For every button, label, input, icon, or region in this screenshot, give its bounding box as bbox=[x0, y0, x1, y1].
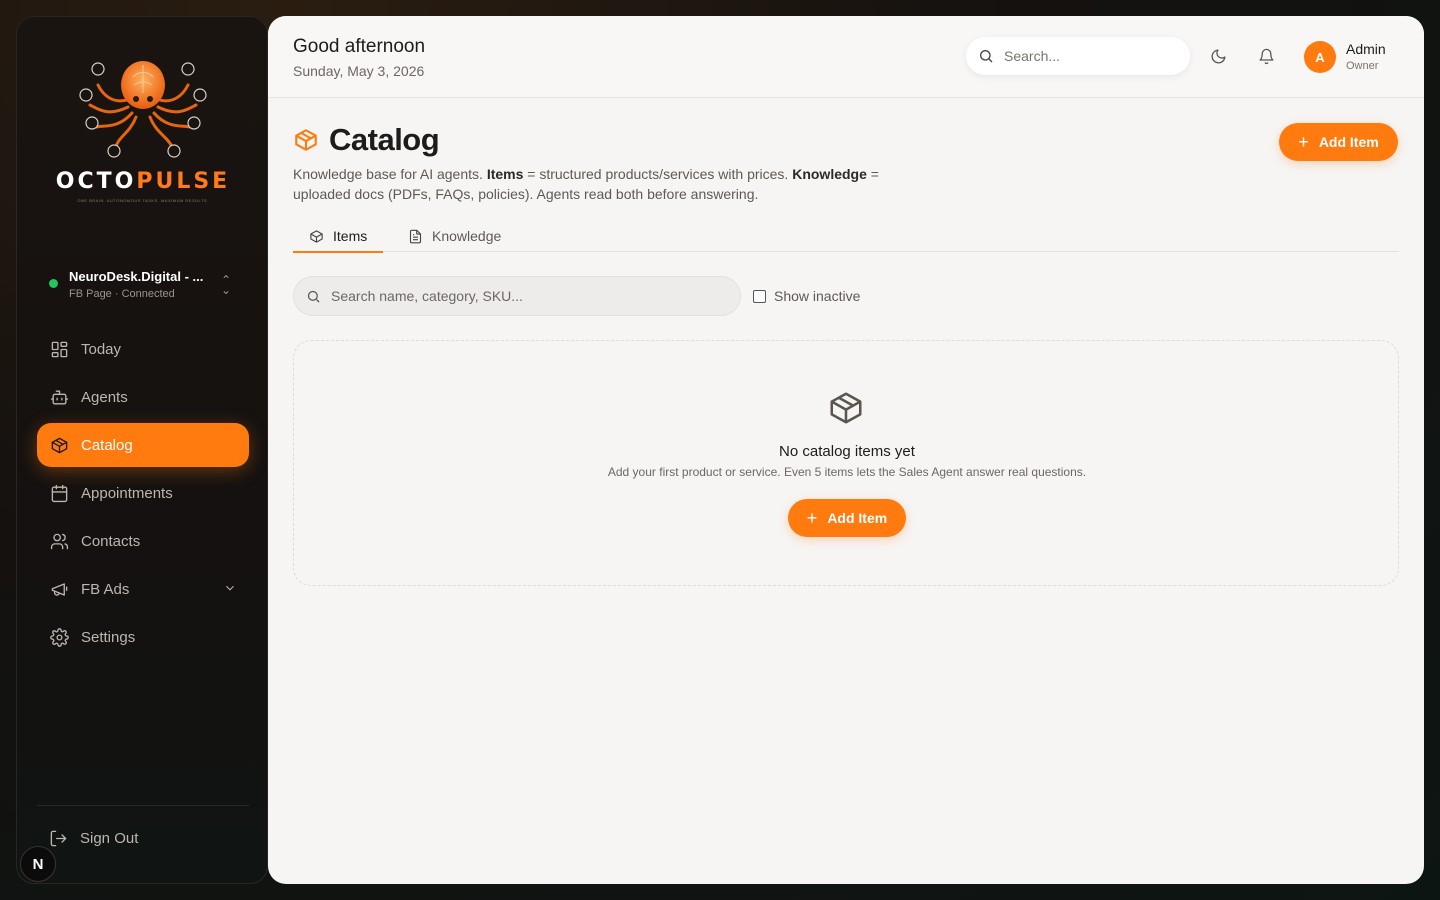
notifications-button[interactable] bbox=[1258, 48, 1276, 66]
megaphone-icon bbox=[49, 579, 69, 599]
dashboard-icon bbox=[49, 339, 69, 359]
checkbox-box[interactable] bbox=[753, 289, 766, 303]
plus-icon: + bbox=[806, 508, 818, 528]
bot-icon bbox=[49, 387, 69, 407]
moon-icon bbox=[1211, 49, 1226, 64]
sidebar-item-label: Appointments bbox=[81, 484, 173, 502]
user-name[interactable]: Admin bbox=[1346, 41, 1386, 57]
global-search-input[interactable]: Search... bbox=[966, 37, 1190, 75]
package-icon bbox=[295, 129, 317, 151]
page-switcher-status: FB Page · Connected bbox=[69, 288, 175, 300]
user-role: Owner bbox=[1346, 60, 1379, 72]
sidebar-item-agents[interactable]: Agents bbox=[37, 375, 249, 419]
top-header: Good afternoon Sunday, May 3, 2026 Searc… bbox=[268, 16, 1424, 98]
file-text-icon bbox=[409, 229, 422, 243]
search-icon bbox=[980, 50, 993, 63]
brand-wordmark: OCTOPULSE bbox=[55, 169, 231, 194]
catalog-tabs: Items Knowledge bbox=[292, 220, 1399, 253]
brand-logo[interactable]: OCTOPULSE ONE BRAIN. AUTONOMOUS TASKS. M… bbox=[17, 47, 269, 227]
search-icon bbox=[307, 290, 320, 303]
empty-add-item-button[interactable]: + Add Item bbox=[788, 499, 906, 537]
calendar-icon bbox=[49, 483, 69, 503]
connected-status-dot bbox=[49, 279, 58, 288]
sign-out-label: Sign Out bbox=[80, 830, 139, 847]
add-item-label: Add Item bbox=[827, 510, 888, 526]
sidebar-item-label: FB Ads bbox=[81, 580, 130, 598]
chevron-up-down-icon[interactable]: ⌃ ⌄ bbox=[221, 274, 231, 296]
empty-state-subtitle: Add your first product or service. Even … bbox=[607, 465, 1087, 479]
page-title: Catalog bbox=[329, 122, 440, 157]
sidebar-item-appointments[interactable]: Appointments bbox=[37, 471, 249, 515]
brand-tagline: ONE BRAIN. AUTONOMOUS TASKS. MAXIMUM RES… bbox=[77, 198, 209, 203]
package-icon bbox=[310, 229, 323, 243]
sidebar-item-catalog[interactable]: Catalog bbox=[37, 423, 249, 467]
page-title-row: Catalog bbox=[293, 122, 440, 158]
bell-icon bbox=[1259, 48, 1274, 65]
sidebar-item-label: Catalog bbox=[81, 436, 133, 454]
sign-out-button[interactable]: Sign Out bbox=[49, 829, 138, 848]
tab-label: Knowledge bbox=[432, 228, 502, 244]
show-inactive-checkbox[interactable]: Show inactive bbox=[753, 288, 860, 304]
tab-knowledge[interactable]: Knowledge bbox=[408, 220, 501, 252]
sidebar-item-label: Contacts bbox=[81, 532, 141, 550]
add-item-button[interactable]: + Add Item bbox=[1279, 123, 1398, 161]
sidebar-item-label: Settings bbox=[81, 628, 136, 646]
octopus-logo-icon bbox=[79, 61, 207, 158]
page-description: Knowledge base for AI agents. Items = st… bbox=[293, 166, 879, 202]
package-icon bbox=[49, 435, 69, 455]
plus-icon: + bbox=[1298, 132, 1309, 152]
avatar[interactable]: A bbox=[1304, 41, 1336, 73]
main-panel: Good afternoon Sunday, May 3, 2026 Searc… bbox=[268, 16, 1424, 884]
theme-toggle-button[interactable] bbox=[1210, 48, 1228, 66]
sidebar-item-contacts[interactable]: Contacts bbox=[37, 519, 249, 563]
greeting: Good afternoon bbox=[293, 36, 426, 57]
sidebar-divider bbox=[37, 805, 249, 806]
page-switcher-name: NeuroDesk.Digital - ... bbox=[69, 269, 204, 284]
global-search-placeholder: Search... bbox=[1004, 48, 1061, 64]
tab-items[interactable]: Items bbox=[292, 220, 384, 253]
empty-state: No catalog items yet Add your first prod… bbox=[293, 340, 1399, 586]
log-out-icon bbox=[50, 830, 67, 847]
tab-label: Items bbox=[333, 228, 368, 244]
catalog-search-input[interactable]: Search name, category, SKU... bbox=[293, 276, 741, 316]
sidebar-item-label: Today bbox=[81, 340, 122, 358]
add-item-label: Add Item bbox=[1318, 134, 1379, 150]
sidebar-item-fb-ads[interactable]: FB Ads bbox=[37, 567, 249, 611]
sidebar-item-label: Agents bbox=[81, 388, 128, 406]
n-badge-button[interactable]: N bbox=[20, 846, 56, 882]
chevron-down-icon[interactable] bbox=[223, 581, 237, 599]
page-switcher[interactable]: NeuroDesk.Digital - ... FB Page · Connec… bbox=[49, 253, 239, 305]
package-icon bbox=[827, 389, 865, 427]
sidebar: OCTOPULSE ONE BRAIN. AUTONOMOUS TASKS. M… bbox=[16, 16, 268, 884]
users-icon bbox=[49, 531, 69, 551]
gear-icon bbox=[49, 627, 69, 647]
catalog-search-placeholder: Search name, category, SKU... bbox=[331, 288, 523, 304]
sidebar-nav: Today Agents Catalog Appointments Contac… bbox=[37, 327, 249, 663]
sidebar-item-today[interactable]: Today bbox=[37, 327, 249, 371]
current-date: Sunday, May 3, 2026 bbox=[293, 63, 425, 79]
show-inactive-label: Show inactive bbox=[774, 288, 861, 304]
sidebar-item-settings[interactable]: Settings bbox=[37, 615, 249, 659]
empty-state-title: No catalog items yet bbox=[779, 443, 915, 460]
